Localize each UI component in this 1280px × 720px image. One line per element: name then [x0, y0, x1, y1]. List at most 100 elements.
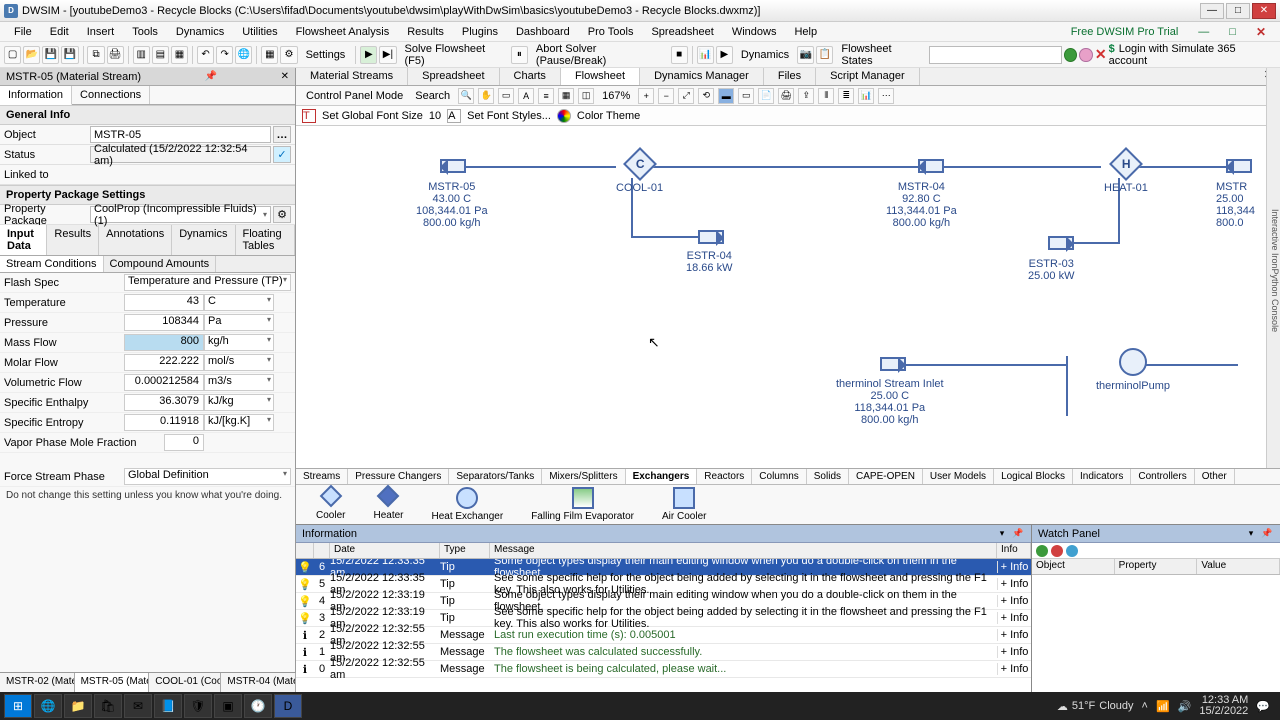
- mstr05-arrow[interactable]: [440, 159, 466, 173]
- menu-dynamics[interactable]: Dynamics: [168, 24, 232, 40]
- dyn-play-icon[interactable]: ▶: [716, 46, 733, 64]
- doctab-mstr02[interactable]: MSTR-02 (Materi...: [0, 673, 75, 692]
- pp-combo[interactable]: CoolProp (Incompressible Fluids) (1)▾: [90, 206, 271, 223]
- col-info[interactable]: Info: [997, 543, 1031, 558]
- zoom-value[interactable]: 167%: [598, 90, 634, 102]
- font-a-icon[interactable]: A: [518, 88, 534, 104]
- snap-icon[interactable]: ◫: [578, 88, 594, 104]
- block-cool01[interactable]: C COOL-01: [616, 152, 663, 194]
- globe-icon[interactable]: 🌐: [235, 46, 252, 64]
- font-style-icon[interactable]: A: [447, 109, 461, 123]
- block-mstr04[interactable]: MSTR-04 92.80 C 113,344.01 Pa 800.00 kg/…: [886, 181, 957, 229]
- ptab-mixers[interactable]: Mixers/Splitters: [542, 469, 625, 484]
- font-size-value[interactable]: 10: [429, 110, 441, 122]
- menu-pro-tools[interactable]: Pro Tools: [580, 24, 642, 40]
- states-combo[interactable]: [929, 46, 1062, 64]
- mflow-unit[interactable]: kg/h: [204, 334, 274, 351]
- enth-field[interactable]: 36.3079: [124, 394, 204, 411]
- print2-icon[interactable]: 🖨: [778, 88, 794, 104]
- menu-file[interactable]: File: [6, 24, 40, 40]
- tab-floating-tables[interactable]: Floating Tables: [236, 225, 295, 255]
- menu-insert[interactable]: Insert: [79, 24, 123, 40]
- entr-field[interactable]: 0.11918: [124, 414, 204, 431]
- layout2-icon[interactable]: ▤: [152, 46, 169, 64]
- delete-state-icon[interactable]: ✕: [1095, 46, 1107, 63]
- ptab-exchangers[interactable]: Exchangers: [626, 469, 698, 484]
- menu-tools[interactable]: Tools: [124, 24, 166, 40]
- play-icon[interactable]: ▶: [360, 46, 377, 64]
- pal-heatex[interactable]: Heat Exchanger: [431, 487, 503, 522]
- align-icon[interactable]: ≡: [538, 88, 554, 104]
- tb-word[interactable]: 📘: [154, 694, 182, 718]
- pin-icon[interactable]: 📌: [205, 71, 217, 82]
- pal-aircooler[interactable]: Air Cooler: [662, 487, 706, 522]
- settings-button[interactable]: Settings: [300, 47, 352, 63]
- print-icon[interactable]: 🖨: [107, 46, 124, 64]
- mflow-field[interactable]: 800: [124, 334, 204, 351]
- watch-refresh-icon[interactable]: [1066, 545, 1078, 557]
- log-info-button[interactable]: Info: [997, 646, 1031, 658]
- tb-av[interactable]: 🛡: [184, 694, 212, 718]
- tab-dynamics[interactable]: Dynamics: [172, 225, 235, 255]
- press-unit[interactable]: Pa: [204, 314, 274, 331]
- tab-material-streams[interactable]: Material Streams: [296, 68, 408, 85]
- tb-edge[interactable]: 🌐: [34, 694, 62, 718]
- flowsheet-canvas[interactable]: MSTR-05 43.00 C 108,344.01 Pa 800.00 kg/…: [296, 126, 1280, 468]
- log-info-button[interactable]: Info: [997, 663, 1031, 675]
- zoom-in-icon[interactable]: +: [638, 88, 654, 104]
- layout3-icon[interactable]: ▦: [171, 46, 188, 64]
- ptab-columns[interactable]: Columns: [752, 469, 806, 484]
- col-date[interactable]: Date: [330, 543, 440, 558]
- tab-annotations[interactable]: Annotations: [99, 225, 172, 255]
- block-mstr-r[interactable]: MSTR 25.00 118,344 800.0: [1216, 181, 1255, 229]
- flash-combo[interactable]: Temperature and Pressure (TP): [124, 274, 291, 291]
- tb-mail[interactable]: ✉: [124, 694, 152, 718]
- tb-explorer[interactable]: 📁: [64, 694, 92, 718]
- saveas-icon[interactable]: 💾: [61, 46, 78, 64]
- search-label[interactable]: Search: [411, 90, 454, 102]
- info-pin-icon[interactable]: 📌: [1011, 527, 1025, 541]
- menu-plugins[interactable]: Plugins: [454, 24, 506, 40]
- stop-icon[interactable]: ■: [671, 46, 688, 64]
- col-idx[interactable]: [314, 543, 330, 558]
- watch-col-property[interactable]: Property: [1115, 559, 1198, 574]
- grid-icon[interactable]: ▦: [558, 88, 574, 104]
- start-button[interactable]: ⊞: [4, 694, 32, 718]
- log-info-button[interactable]: Info: [997, 629, 1031, 641]
- minimize-button[interactable]: —: [1200, 3, 1224, 19]
- pal-cooler[interactable]: Cooler: [316, 488, 345, 521]
- chart-icon[interactable]: 📊: [858, 88, 874, 104]
- watch-dropdown-icon[interactable]: ▾: [1244, 527, 1258, 541]
- subtab-connections[interactable]: Connections: [72, 86, 150, 104]
- temp-field[interactable]: 43: [124, 294, 204, 311]
- ptab-pressure[interactable]: Pressure Changers: [348, 469, 449, 484]
- vflow-field[interactable]: 0.000212584: [124, 374, 204, 391]
- tray-up-icon[interactable]: ˄: [1142, 700, 1148, 712]
- info-dropdown-icon[interactable]: ▾: [995, 527, 1009, 541]
- select-icon[interactable]: ▭: [498, 88, 514, 104]
- estr03-arrow[interactable]: [1048, 236, 1074, 250]
- press-field[interactable]: 108344: [124, 314, 204, 331]
- page-icon[interactable]: 📄: [758, 88, 774, 104]
- block-estr04[interactable]: ESTR-04 18.66 kW: [686, 250, 732, 274]
- zoom-tool-icon[interactable]: 🔍: [458, 88, 474, 104]
- ptab-usermodels[interactable]: User Models: [923, 469, 994, 484]
- block-heat01[interactable]: H HEAT-01: [1104, 152, 1148, 194]
- log-row[interactable]: ℹ015/2/2022 12:32:55 amMessageThe flowsh…: [296, 661, 1031, 678]
- taskbar-clock[interactable]: 12:33 AM 15/2/2022: [1199, 695, 1248, 717]
- layout1-icon[interactable]: ▥: [133, 46, 150, 64]
- menu-windows[interactable]: Windows: [724, 24, 785, 40]
- ptab-solids[interactable]: Solids: [807, 469, 849, 484]
- entr-unit[interactable]: kJ/[kg.K]: [204, 414, 274, 431]
- abort-button[interactable]: Abort Solver (Pause/Break): [530, 41, 669, 69]
- camera-icon[interactable]: 📷: [797, 46, 814, 64]
- set-font-styles[interactable]: Set Font Styles...: [467, 110, 551, 122]
- menu-spreadsheet[interactable]: Spreadsheet: [643, 24, 721, 40]
- solve-button[interactable]: Solve Flowsheet (F5): [399, 41, 509, 69]
- mdi-minimize[interactable]: —: [1190, 24, 1217, 40]
- color-theme[interactable]: Color Theme: [577, 110, 640, 122]
- tray-volume-icon[interactable]: 🔊: [1178, 700, 1192, 713]
- mstr04-arrow[interactable]: [918, 159, 944, 173]
- color-wheel-icon[interactable]: [557, 109, 571, 123]
- zoom-out-icon[interactable]: −: [658, 88, 674, 104]
